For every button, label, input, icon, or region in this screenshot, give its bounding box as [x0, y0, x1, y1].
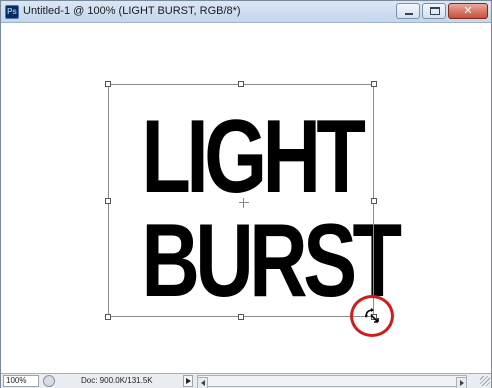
horizontal-scrollbar[interactable]: [197, 375, 467, 388]
status-menu-arrow-icon[interactable]: [183, 375, 193, 387]
document-window: Ps Untitled-1 @ 100% (LIGHT BURST, RGB/8…: [0, 0, 492, 388]
document-size-info: Doc: 900.0K/131.5K: [81, 376, 153, 385]
minimize-button[interactable]: [396, 3, 420, 19]
photoshop-app-icon: Ps: [5, 5, 19, 19]
minimize-icon: [405, 13, 413, 15]
transform-handle-top-left[interactable]: [105, 81, 111, 87]
transform-handle-top-right[interactable]: [371, 81, 377, 87]
resize-grip-icon[interactable]: [480, 376, 490, 386]
highlight-circle-annotation: [350, 295, 394, 337]
transform-handle-bottom-center[interactable]: [238, 314, 244, 320]
free-transform-bounding-box[interactable]: [105, 81, 377, 320]
maximize-icon: [430, 7, 440, 15]
transform-handle-top-center[interactable]: [238, 81, 244, 87]
document-canvas[interactable]: LIGHT BURST: [1, 23, 491, 373]
maximize-button[interactable]: [422, 3, 446, 19]
scroll-right-arrow-icon[interactable]: [456, 377, 467, 388]
window-controls: ✕: [396, 3, 488, 19]
title-bar[interactable]: Ps Untitled-1 @ 100% (LIGHT BURST, RGB/8…: [1, 1, 491, 23]
close-icon: ✕: [463, 4, 473, 17]
close-button[interactable]: ✕: [448, 3, 488, 19]
transform-center-point-icon[interactable]: [239, 198, 249, 208]
zoom-level-field[interactable]: 100%: [3, 375, 39, 387]
transform-handle-bottom-left[interactable]: [105, 314, 111, 320]
transform-handle-middle-left[interactable]: [105, 198, 111, 204]
window-title: Untitled-1 @ 100% (LIGHT BURST, RGB/8*): [23, 5, 241, 17]
scroll-left-arrow-icon[interactable]: [197, 377, 208, 388]
status-info-icon[interactable]: [43, 375, 55, 387]
status-bar: 100% Doc: 900.0K/131.5K: [1, 373, 491, 388]
transform-handle-middle-right[interactable]: [371, 198, 377, 204]
